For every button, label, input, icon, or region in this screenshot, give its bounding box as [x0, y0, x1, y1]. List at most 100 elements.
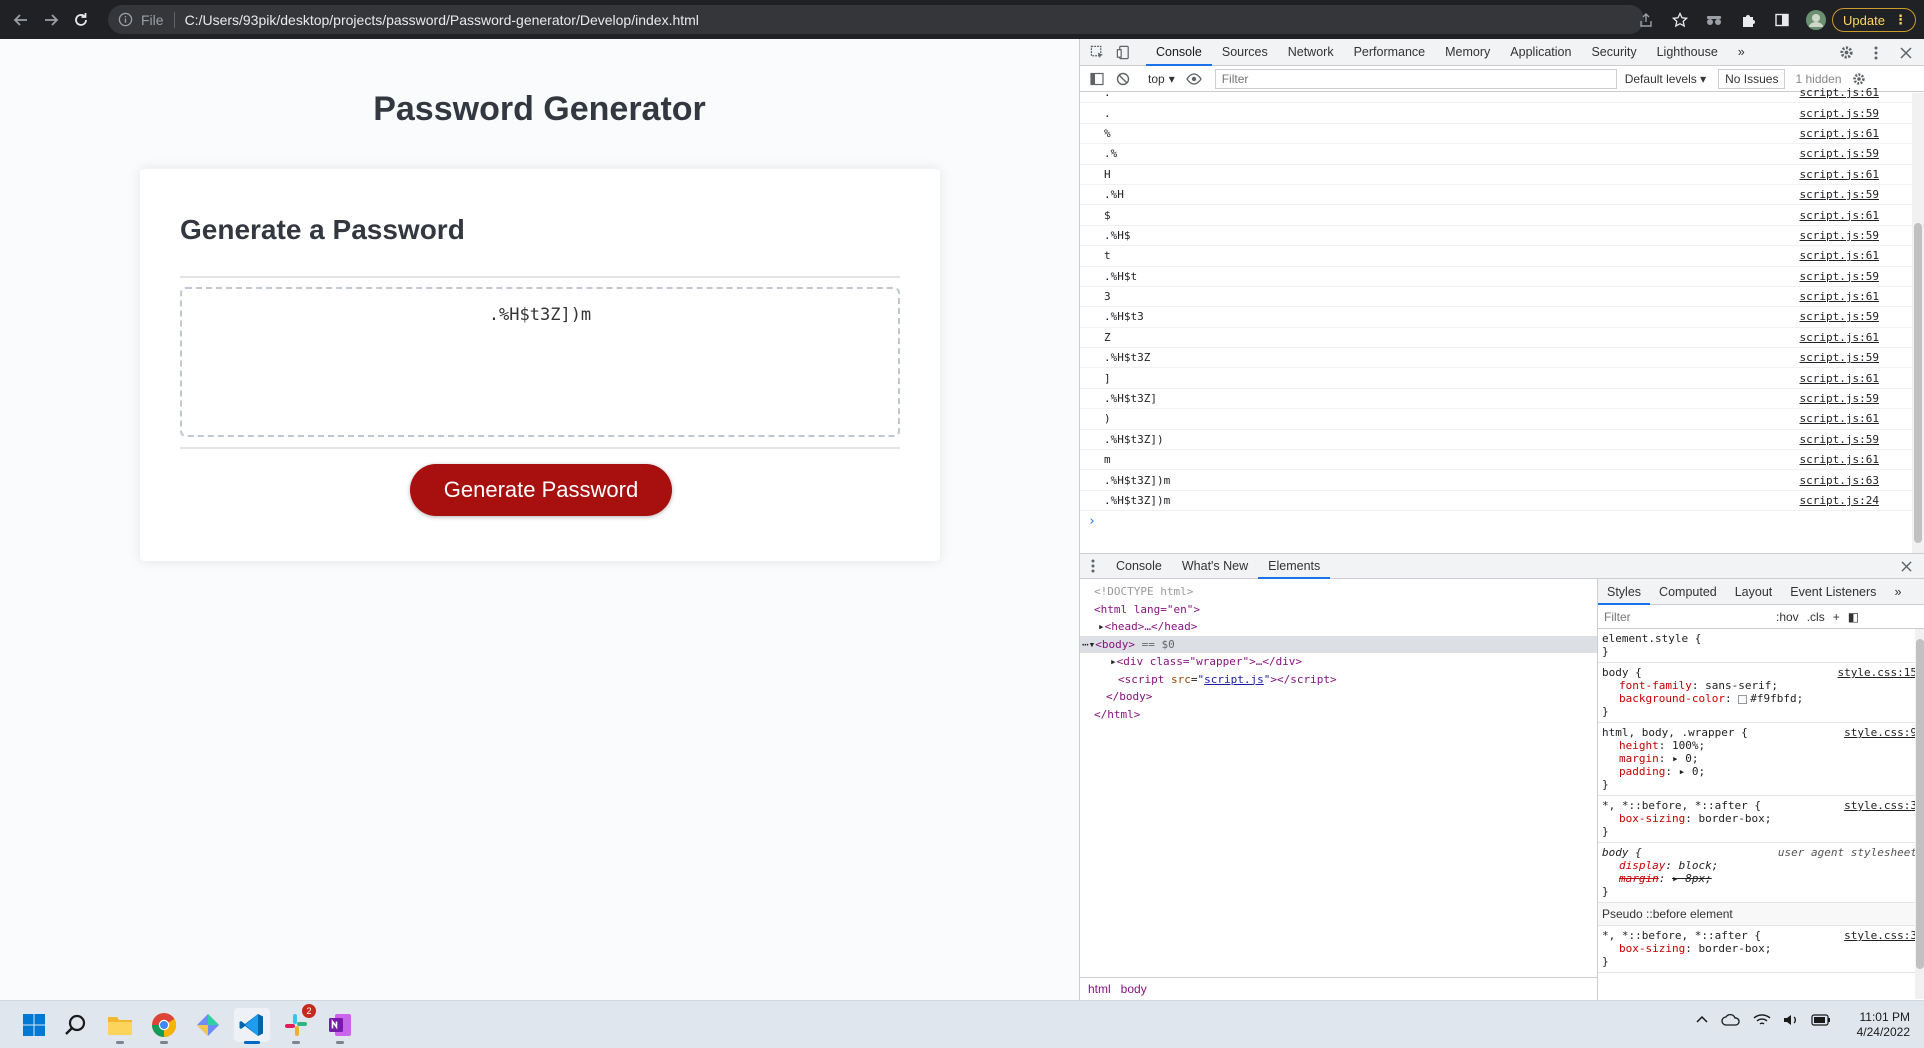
devtools-menu-button[interactable]: [1863, 39, 1889, 66]
generate-password-button[interactable]: Generate Password: [410, 464, 672, 516]
bookmark-button[interactable]: [1664, 5, 1696, 35]
rule-source-link[interactable]: style.css:15: [1838, 666, 1917, 679]
console-scrollbar[interactable]: [1912, 93, 1924, 553]
rule-property[interactable]: background-color: #f9fbfd;: [1602, 692, 1921, 705]
tab-event-listeners[interactable]: Event Listeners: [1781, 579, 1885, 605]
start-button[interactable]: [16, 1008, 52, 1042]
rule-source-link[interactable]: style.css:3: [1844, 929, 1917, 942]
console-source-link[interactable]: script.js:59: [1800, 433, 1879, 446]
tab-lighthouse[interactable]: Lighthouse: [1647, 39, 1728, 66]
info-icon[interactable]: [118, 12, 133, 27]
chrome-button[interactable]: [146, 1008, 182, 1044]
hov-toggle[interactable]: :hov: [1776, 610, 1799, 624]
scroll-thumb[interactable]: [1914, 223, 1922, 543]
tab-sources[interactable]: Sources: [1212, 39, 1278, 66]
profile-button[interactable]: [1800, 5, 1832, 35]
console-source-link[interactable]: script.js:61: [1800, 168, 1879, 181]
slack-button[interactable]: 2: [278, 1004, 316, 1044]
console-source-link[interactable]: script.js:61: [1800, 209, 1879, 222]
share-button[interactable]: [1630, 5, 1662, 35]
rule-property[interactable]: font-family: sans-serif;: [1602, 679, 1921, 692]
drawer-tab-console[interactable]: Console: [1106, 554, 1172, 579]
tree-node-body-close[interactable]: </body>: [1080, 688, 1597, 706]
rule-property[interactable]: height: 100%;: [1602, 739, 1921, 752]
onedrive-cloud-icon[interactable]: [1721, 1013, 1741, 1027]
console-source-link[interactable]: script.js:59: [1800, 147, 1879, 160]
more-style-tabs-button[interactable]: »: [1885, 579, 1910, 605]
tree-node-head[interactable]: ▸<head>…</head>: [1080, 618, 1597, 636]
scroll-thumb[interactable]: [1916, 639, 1924, 969]
password-textarea[interactable]: .%H$t3Z])m: [180, 287, 900, 437]
rule-property[interactable]: box-sizing: border-box;: [1602, 812, 1921, 825]
console-source-link[interactable]: script.js:59: [1800, 107, 1879, 120]
expand-triangle-icon[interactable]: ▸: [1110, 655, 1117, 668]
volume-icon[interactable]: [1783, 1013, 1799, 1027]
console-source-link[interactable]: script.js:24: [1800, 494, 1879, 507]
tab-console[interactable]: Console: [1146, 39, 1212, 66]
console-source-link[interactable]: script.js:61: [1800, 412, 1879, 425]
console-source-link[interactable]: script.js:61: [1800, 331, 1879, 344]
styles-scrollbar[interactable]: [1915, 629, 1924, 999]
reload-button[interactable]: [66, 5, 96, 35]
tab-network[interactable]: Network: [1278, 39, 1344, 66]
console-source-link[interactable]: script.js:61: [1800, 127, 1879, 140]
address-bar[interactable]: File C:/Users/93pik/desktop/projects/pas…: [108, 5, 1644, 34]
console-source-link[interactable]: script.js:59: [1800, 229, 1879, 242]
breadcrumb-body[interactable]: body: [1121, 982, 1147, 996]
tab-styles[interactable]: Styles: [1598, 579, 1651, 605]
console-source-link[interactable]: script.js:59: [1800, 270, 1879, 283]
color-swatch-icon[interactable]: [1738, 694, 1748, 704]
tab-performance[interactable]: Performance: [1344, 39, 1436, 66]
tree-node-html-close[interactable]: </html>: [1080, 706, 1597, 724]
gitkraken-button[interactable]: [190, 1008, 226, 1042]
tree-node-doctype[interactable]: <!DOCTYPE html>: [1080, 583, 1597, 601]
inspect-button[interactable]: [1084, 39, 1110, 66]
console-source-link[interactable]: script.js:59: [1800, 310, 1879, 323]
new-rule-plus-icon[interactable]: +: [1833, 610, 1840, 624]
close-drawer-button[interactable]: [1893, 553, 1919, 580]
computed-sidebar-icon[interactable]: ◧: [1848, 610, 1859, 624]
settings-button[interactable]: [1833, 39, 1859, 66]
console-prompt-input[interactable]: ›: [1080, 511, 1913, 531]
more-tabs-button[interactable]: »: [1728, 39, 1755, 66]
console-source-link[interactable]: script.js:61: [1800, 372, 1879, 385]
drawer-tab-whats-new[interactable]: What's New: [1172, 554, 1258, 579]
tree-node-body[interactable]: ⋯▾<body> == $0: [1080, 635, 1597, 653]
extension-incognito-button[interactable]: [1698, 5, 1730, 35]
forward-button[interactable]: [36, 5, 66, 35]
tree-node-div-wrapper[interactable]: ▸<div class="wrapper">…</div>: [1080, 653, 1597, 671]
rule-source-link[interactable]: style.css:3: [1844, 799, 1917, 812]
rule-property[interactable]: padding: ▸ 0;: [1602, 765, 1921, 778]
url-text[interactable]: C:/Users/93pik/desktop/projects/password…: [185, 12, 699, 28]
script-src-link[interactable]: script.js: [1204, 673, 1264, 686]
tab-memory[interactable]: Memory: [1435, 39, 1500, 66]
expand-triangle-icon[interactable]: ▸: [1098, 620, 1105, 633]
tree-node-html[interactable]: <html lang="en">: [1080, 601, 1597, 619]
rule-source-link[interactable]: style.css:9: [1844, 726, 1917, 739]
cls-toggle[interactable]: .cls: [1807, 610, 1825, 624]
chevron-up-icon[interactable]: [1695, 1013, 1709, 1027]
console-source-link[interactable]: script.js:61: [1800, 290, 1879, 303]
breadcrumb-html[interactable]: html: [1088, 982, 1111, 996]
console-source-link[interactable]: script.js:63: [1800, 474, 1879, 487]
extensions-button[interactable]: [1732, 5, 1764, 35]
console-source-link[interactable]: script.js:59: [1800, 351, 1879, 364]
rule-property[interactable]: box-sizing: border-box;: [1602, 942, 1921, 955]
drawer-menu-button[interactable]: [1080, 553, 1106, 580]
tab-application[interactable]: Application: [1500, 39, 1581, 66]
more-dots-icon[interactable]: ⋯: [1082, 638, 1089, 651]
search-button[interactable]: [58, 1008, 94, 1042]
console-source-link[interactable]: script.js:59: [1800, 392, 1879, 405]
console-source-link[interactable]: script.js:61: [1800, 86, 1879, 99]
update-button[interactable]: Update ⋮: [1832, 8, 1916, 32]
taskbar-clock[interactable]: 11:01 PM 4/24/2022: [1830, 1010, 1910, 1040]
rule-property[interactable]: margin: ▸ 0;: [1602, 752, 1921, 765]
back-button[interactable]: [6, 5, 36, 35]
drawer-tab-elements[interactable]: Elements: [1258, 554, 1331, 579]
close-devtools-button[interactable]: [1893, 39, 1919, 66]
kebab-menu-icon[interactable]: ⋮: [1894, 12, 1907, 28]
tab-computed[interactable]: Computed: [1650, 579, 1726, 605]
device-toolbar-button[interactable]: [1110, 39, 1136, 66]
side-panel-button[interactable]: [1766, 5, 1798, 35]
console-source-link[interactable]: script.js:61: [1800, 249, 1879, 262]
